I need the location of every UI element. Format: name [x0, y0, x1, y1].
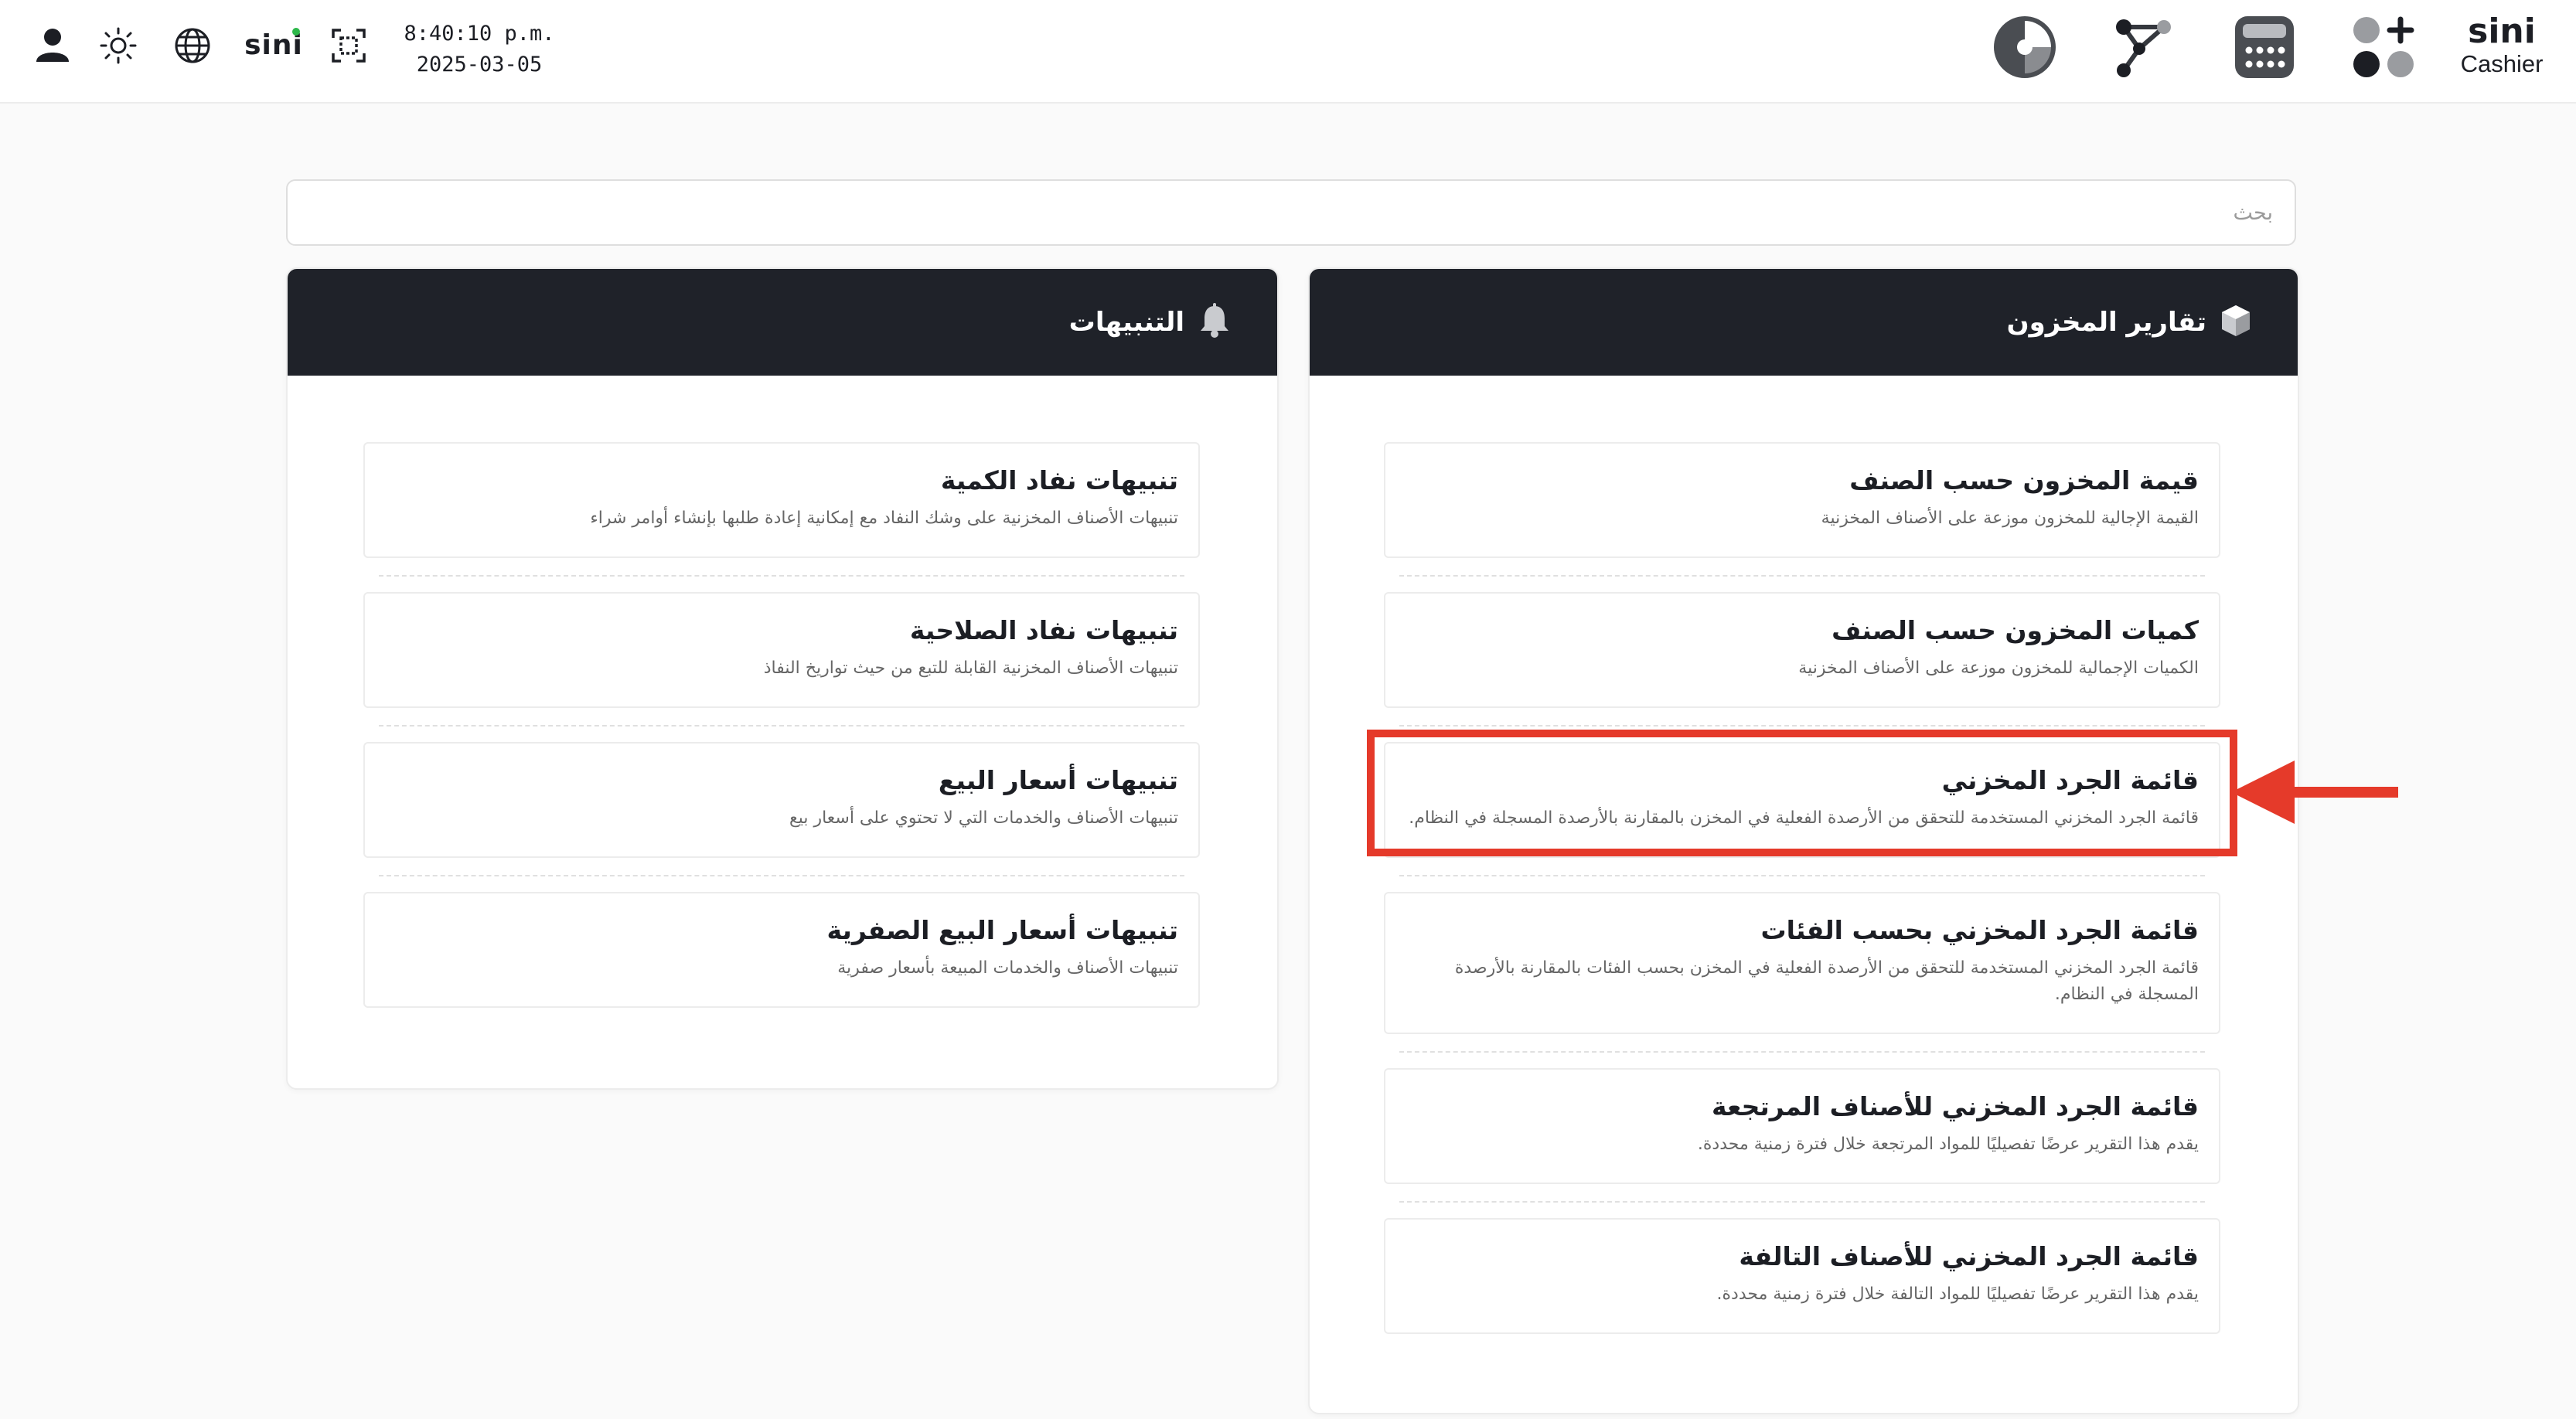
alert-card-desc: تنبيهات الأصناف المخزنية على وشك النفاد … [590, 509, 1178, 528]
inventory-reports-title: تقارير المخزون [2006, 307, 2206, 338]
alert-card-sale-prices[interactable]: تنبيهات أسعار البيع تنبيهات الأصناف والخ… [363, 742, 1200, 858]
alert-card-desc: تنبيهات الأصناف والخدمات المبيعة بأسعار … [837, 958, 1178, 978]
clock-date: 2025-03-05 [416, 53, 543, 77]
divider [1399, 1201, 2205, 1203]
alert-card-title: تنبيهات نفاد الكمية [940, 465, 1178, 495]
brand-logo-text: sini [2468, 12, 2536, 51]
divider [379, 575, 1184, 577]
pie-chart-icon[interactable] [1992, 14, 2058, 80]
divider [379, 725, 1184, 727]
report-card-desc: قائمة الجرد المخزني المستخدمة للتحقق من … [1454, 958, 2199, 1004]
globe-icon[interactable] [173, 26, 212, 65]
alert-card-title: تنبيهات أسعار البيع الصفرية [826, 915, 1178, 945]
alert-card-title: تنبيهات نفاد الصلاحية [909, 615, 1178, 645]
report-card-stocktake-damaged[interactable]: قائمة الجرد المخزني للأصناف التالفة يقدم… [1384, 1218, 2220, 1334]
divider [379, 875, 1184, 876]
top-bar: sini 8:40:10 p.m. 2025-03-05 sini Cashie… [0, 0, 2576, 104]
clock: 8:40:10 p.m. 2025-03-05 [402, 19, 557, 80]
user-icon[interactable] [34, 26, 71, 63]
report-card-title: قائمة الجرد المخزني بحسب الفئات [1760, 915, 2199, 945]
report-card-stocktake-by-category[interactable]: قائمة الجرد المخزني بحسب الفئات قائمة ال… [1384, 892, 2220, 1034]
sini-logo[interactable]: sini [241, 23, 306, 66]
alerts-header: التنبيهات [288, 269, 1277, 376]
apps-icon[interactable] [2350, 14, 2417, 80]
report-card-title: كميات المخزون حسب الصنف [1831, 615, 2199, 645]
brand-sub-text: Cashier [2460, 50, 2544, 77]
alert-card-quantity[interactable]: تنبيهات نفاد الكمية تنبيهات الأصناف المخ… [363, 442, 1200, 558]
alerts-title: التنبيهات [1068, 307, 1184, 338]
calculator-icon[interactable] [2231, 14, 2298, 80]
alert-card-title: تنبيهات أسعار البيع [938, 765, 1178, 795]
search-input[interactable] [286, 179, 2296, 246]
box-icon [2220, 304, 2251, 341]
report-card-desc: يقدم هذا التقرير عرضًا تفصيليًا للمواد ا… [1697, 1135, 2199, 1154]
sun-icon[interactable] [99, 26, 138, 65]
report-card-title: قائمة الجرد المخزني للأصناف التالفة [1739, 1241, 2199, 1271]
bell-icon [1198, 303, 1231, 342]
alert-card-desc: تنبيهات الأصناف المخزنية القابلة للتبع م… [763, 658, 1178, 678]
clock-time: 8:40:10 p.m. [404, 22, 555, 46]
brand-logo[interactable]: sini Cashier [2454, 12, 2550, 79]
divider [1399, 575, 2205, 577]
highlight-box [1367, 730, 2237, 856]
accent-dot-icon [292, 28, 300, 36]
alert-card-expiry[interactable]: تنبيهات نفاد الصلاحية تنبيهات الأصناف ال… [363, 592, 1200, 708]
report-card-desc: القيمة الإجالية للمخزون موزعة على الأصنا… [1821, 509, 2199, 528]
report-card-stocktake-returned[interactable]: قائمة الجرد المخزني للأصناف المرتجعة يقد… [1384, 1068, 2220, 1184]
report-card-title: قيمة المخزون حسب الصنف [1849, 465, 2199, 495]
report-card-inventory-value[interactable]: قيمة المخزون حسب الصنف القيمة الإجالية ل… [1384, 442, 2220, 558]
pointer-arrow-icon [2231, 761, 2398, 824]
report-card-inventory-quantities[interactable]: كميات المخزون حسب الصنف الكميات الإجمالي… [1384, 592, 2220, 708]
network-icon[interactable] [2111, 14, 2177, 80]
divider [1399, 875, 2205, 876]
inventory-reports-header: تقارير المخزون [1310, 269, 2298, 376]
report-card-desc: يقدم هذا التقرير عرضًا تفصيليًا للمواد ا… [1716, 1285, 2199, 1304]
alert-card-desc: تنبيهات الأصناف والخدمات التي لا تحتوي ع… [789, 808, 1178, 828]
scan-icon[interactable] [329, 26, 368, 65]
report-card-desc: الكميات الإجمالية للمخزون موزعة على الأص… [1798, 658, 2199, 678]
divider [1399, 1051, 2205, 1053]
report-card-title: قائمة الجرد المخزني للأصناف المرتجعة [1711, 1091, 2199, 1121]
alerts-panel: التنبيهات تنبيهات نفاد الكمية تنبيهات ال… [286, 267, 1279, 1090]
alert-card-zero-prices[interactable]: تنبيهات أسعار البيع الصفرية تنبيهات الأص… [363, 892, 1200, 1008]
divider [1399, 725, 2205, 727]
